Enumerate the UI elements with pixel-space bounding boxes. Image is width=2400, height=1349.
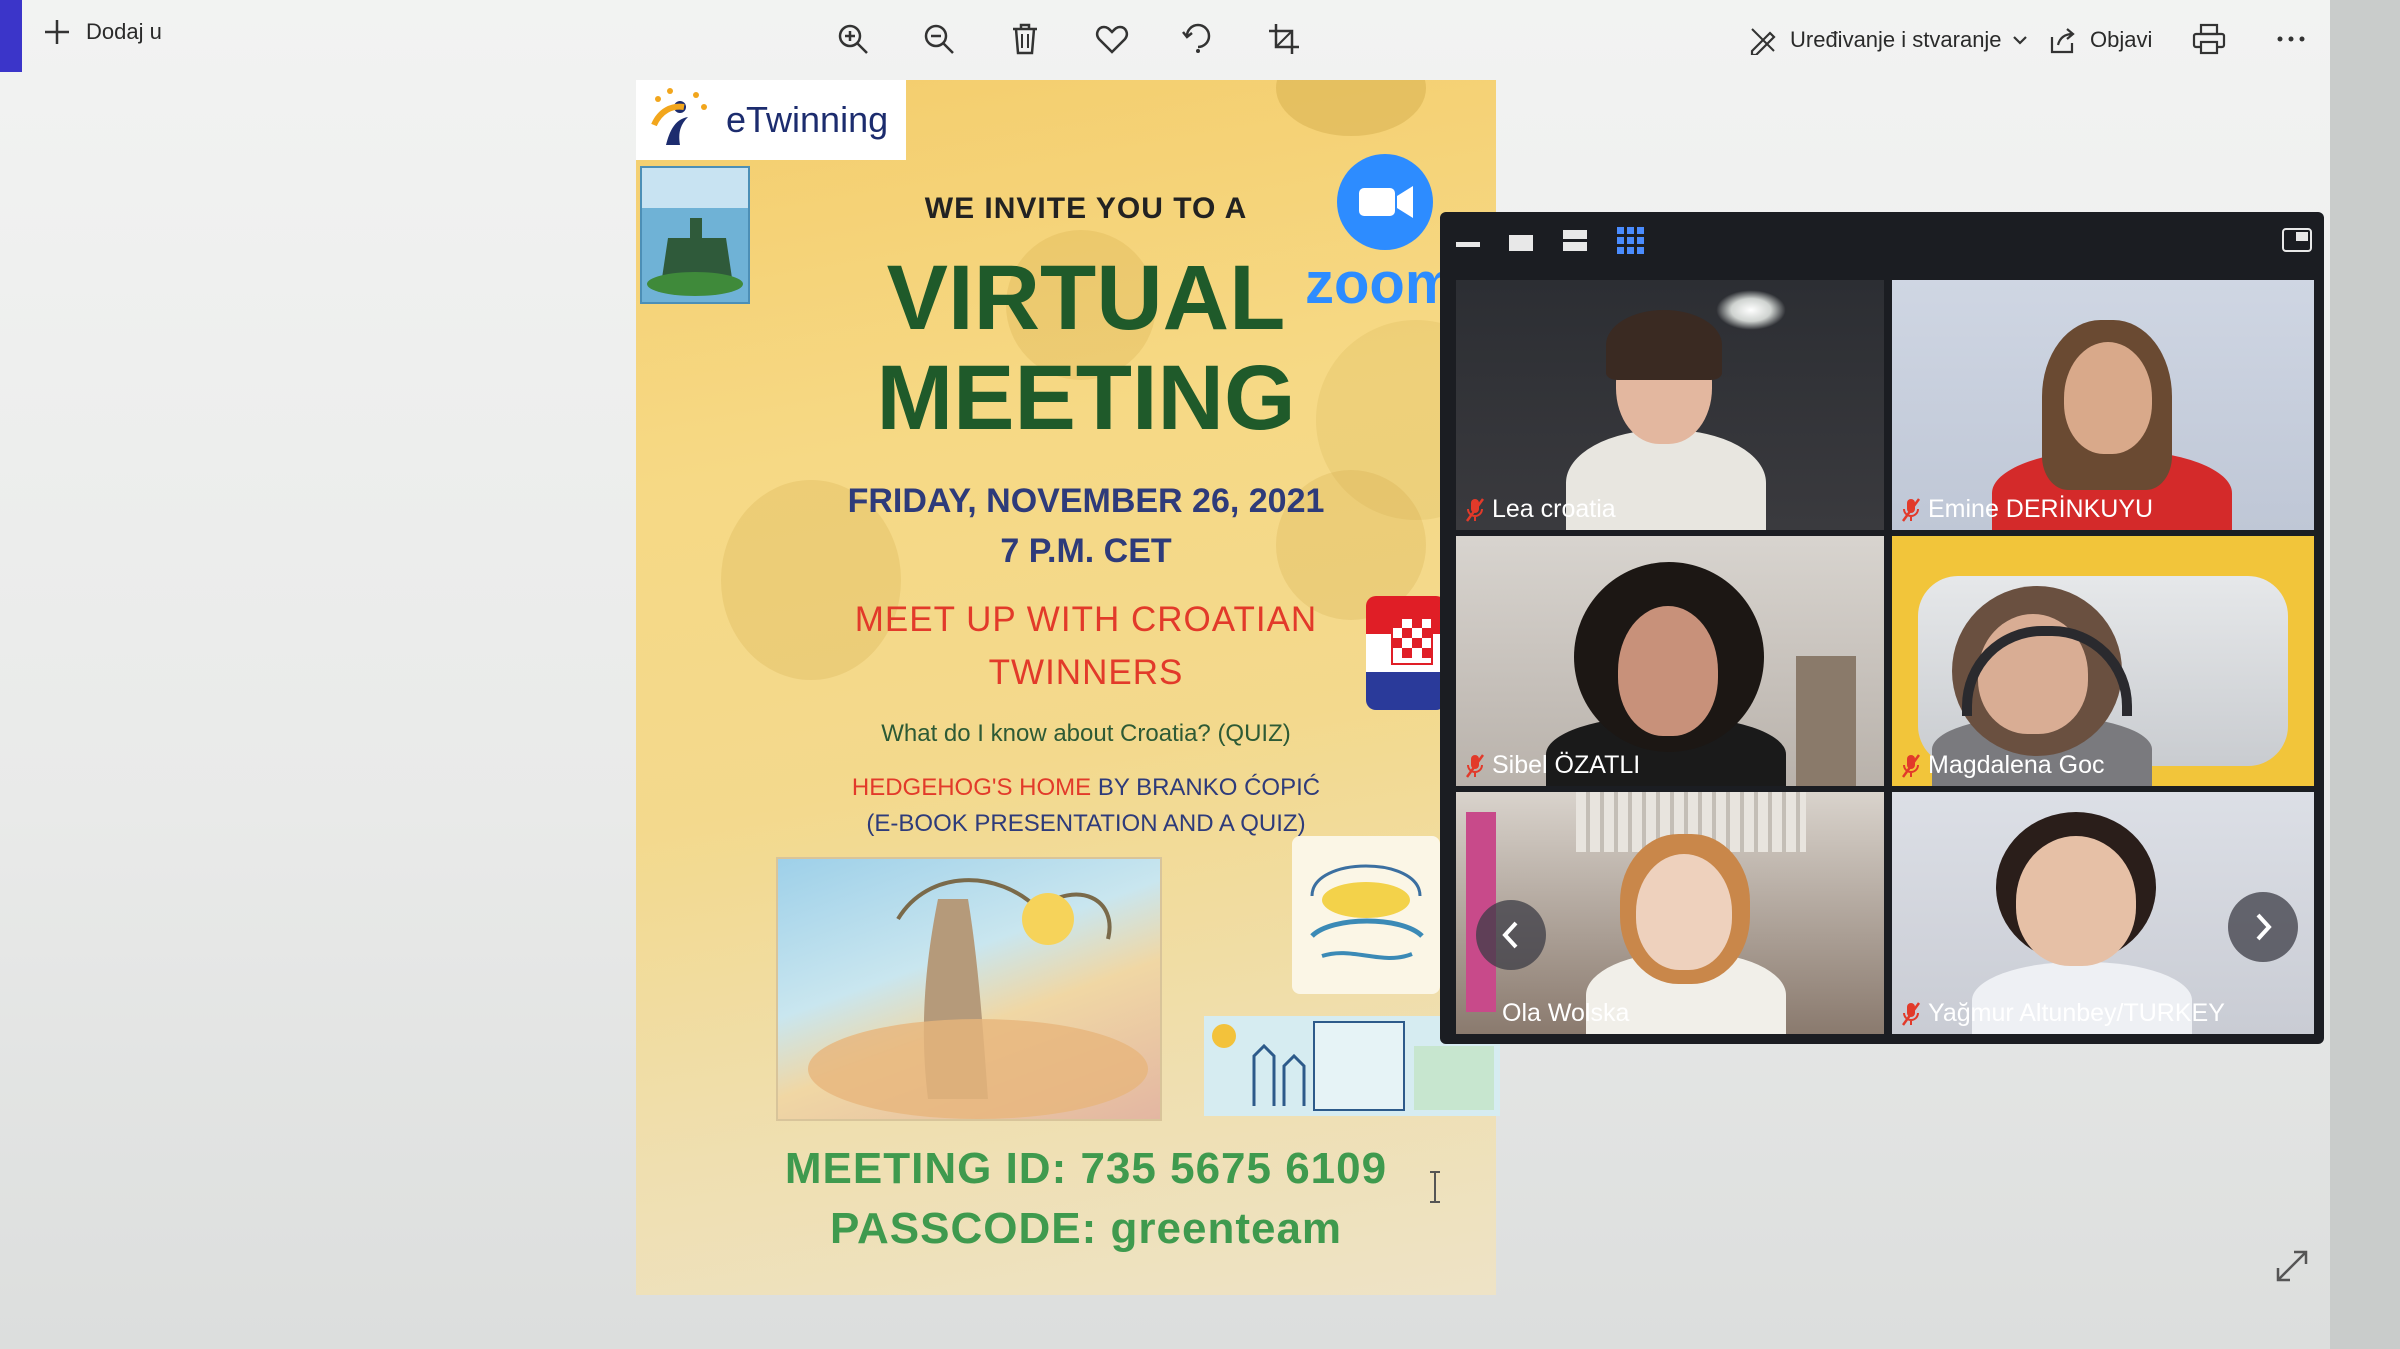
zoom-meeting-window[interactable]: Lea croatia Emine DERİNKUYU Sibel ÖZATLI	[1440, 212, 2324, 1044]
participant-tile[interactable]: Sibel ÖZATLI	[1456, 536, 1884, 786]
fullscreen-expand-icon[interactable]	[2274, 1248, 2310, 1284]
rotate-button[interactable]	[1173, 14, 1223, 64]
print-button[interactable]	[2184, 14, 2234, 64]
print-icon	[2192, 23, 2226, 55]
edit-create-menu[interactable]: Uređivanje i stvaranje	[1748, 22, 2028, 58]
chevron-right-icon	[2253, 912, 2273, 942]
zoom-in-button[interactable]	[828, 14, 878, 64]
mic-muted-icon	[1466, 753, 1484, 779]
edit-pen-icon	[1748, 25, 1778, 55]
crop-button[interactable]	[1259, 14, 1309, 64]
participant-name: Lea croatia	[1492, 495, 1616, 523]
minimize-icon[interactable]	[1456, 242, 1480, 248]
decor-blob	[1276, 80, 1426, 136]
participant-name: Magdalena Goc	[1928, 751, 2105, 779]
meeting-date: FRIDAY, NOVEMBER 26, 2021	[847, 482, 1325, 520]
quiz-text: What do I know about Croatia? (QUIZ)	[881, 720, 1291, 747]
zoom-in-icon	[836, 22, 870, 56]
hedgehog-subtitle: (E-BOOK PRESENTATION AND A QUIZ)	[866, 810, 1306, 837]
zoom-wordmark: zoom	[1305, 251, 1457, 316]
monitor-bezel	[2330, 0, 2400, 1349]
rotate-icon	[1181, 22, 1215, 56]
photo-viewer-window: Dodaj u Uređivanje i stvaranje Objavi eT…	[0, 0, 2330, 1349]
etwinning-logo: eTwinning	[636, 80, 906, 160]
participant-face	[1618, 606, 1718, 736]
participant-tile[interactable]: Lea croatia	[1456, 280, 1884, 530]
participant-name-tag: Lea croatia	[1466, 495, 1616, 524]
share-icon	[2048, 25, 2078, 55]
participant-name-tag: Magdalena Goc	[1902, 751, 2105, 780]
chevron-left-icon	[1501, 920, 1521, 950]
participant-name: Sibel ÖZATLI	[1492, 751, 1641, 779]
mic-muted-icon	[1902, 497, 1920, 523]
mic-muted-icon	[1902, 1001, 1920, 1027]
next-page-button[interactable]	[2228, 892, 2298, 962]
previous-page-button[interactable]	[1476, 900, 1546, 970]
favorite-button[interactable]	[1087, 14, 1137, 64]
participant-face	[2016, 836, 2136, 966]
meeting-time: 7 P.M. CET	[1000, 532, 1172, 570]
add-to-label: Dodaj u	[86, 19, 162, 44]
text-cursor-icon	[1428, 1170, 1442, 1204]
share-label: Objavi	[2090, 27, 2153, 52]
share-button[interactable]: Objavi	[2048, 22, 2152, 58]
participant-name: Ola Wolska	[1502, 999, 1630, 1027]
participant-name-tag: Ola Wolska	[1502, 999, 1629, 1028]
delete-button[interactable]	[1000, 14, 1050, 64]
title-meeting: MEETING	[876, 347, 1296, 449]
participant-tile[interactable]: Emine DERİNKUYU	[1892, 280, 2314, 530]
participant-face	[1636, 854, 1732, 970]
zoom-view-controls	[1440, 212, 2324, 272]
heart-icon	[1095, 24, 1129, 54]
gallery-view-icon[interactable]	[1616, 226, 1646, 256]
more-icon	[2276, 35, 2306, 43]
zoom-logo: zoom	[1305, 150, 1456, 350]
participant-name: Yağmur Altunbey/TURKEY	[1928, 999, 2225, 1027]
hedgehog-author: BY BRANKO ĆOPIĆ	[1097, 774, 1321, 801]
participant-face	[2064, 342, 2152, 454]
hedgehog-home-illustration	[776, 857, 1162, 1121]
croatia-flag	[1366, 596, 1446, 710]
etwinning-label: eTwinning	[726, 99, 889, 140]
background-door	[1796, 656, 1856, 786]
single-view-icon[interactable]	[1508, 232, 1534, 254]
plus-icon	[42, 17, 72, 47]
meeting-id: MEETING ID: 735 5675 6109	[784, 1144, 1388, 1193]
zoom-out-icon	[922, 22, 956, 56]
hedgehog-line: HEDGEHOG'S HOME BY BRANKO ĆOPIĆ	[636, 774, 1496, 802]
mic-muted-icon	[1466, 497, 1484, 523]
participant-name-tag: Sibel ÖZATLI	[1466, 751, 1640, 780]
more-button[interactable]	[2266, 14, 2316, 64]
meeting-passcode: PASSCODE: greenteam	[829, 1204, 1343, 1253]
etwinning-mark-icon	[646, 85, 716, 155]
hedgehog-title: HEDGEHOG'S HOME	[851, 774, 1092, 801]
participant-tile[interactable]: Ola Wolska	[1456, 792, 1884, 1034]
zoom-out-button[interactable]	[914, 14, 964, 64]
participant-tile[interactable]: Magdalena Goc	[1892, 536, 2314, 786]
participant-tile[interactable]: Yağmur Altunbey/TURKEY	[1892, 792, 2314, 1034]
crop-icon	[1267, 22, 1301, 56]
participant-name-tag: Emine DERİNKUYU	[1902, 495, 2153, 524]
toolbar: Dodaj u Uređivanje i stvaranje Objavi	[0, 0, 2330, 78]
add-to-button[interactable]: Dodaj u	[42, 14, 162, 50]
participant-hair	[1606, 310, 1722, 380]
stacked-view-icon[interactable]	[1562, 228, 1588, 254]
edit-create-label: Uređivanje i stvaranje	[1790, 27, 2002, 52]
trash-icon	[1010, 22, 1040, 56]
ceiling-light	[1716, 290, 1786, 330]
participant-name: Emine DERİNKUYU	[1928, 495, 2154, 523]
eko-skola-logo	[1292, 836, 1440, 994]
mic-muted-icon	[1902, 753, 1920, 779]
participant-name-tag: Yağmur Altunbey/TURKEY	[1902, 999, 2225, 1028]
chevron-down-icon	[2012, 34, 2028, 46]
exit-fullscreen-icon[interactable]	[2282, 228, 2312, 252]
